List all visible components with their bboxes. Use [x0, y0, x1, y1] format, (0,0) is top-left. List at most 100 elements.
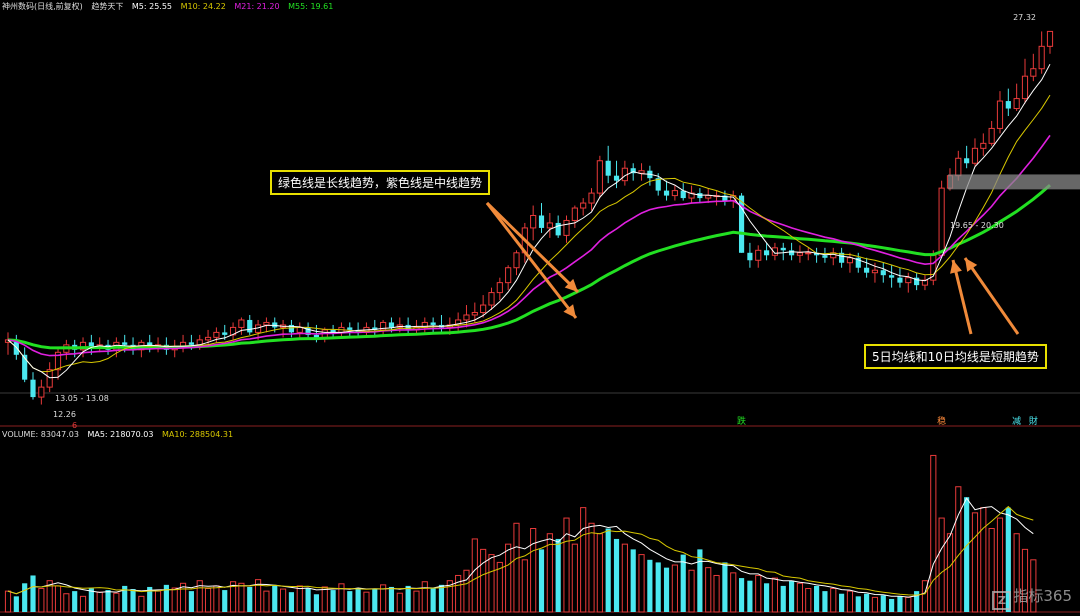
volume-bar	[263, 590, 270, 613]
volume-bar	[72, 591, 78, 612]
candle-body	[605, 160, 611, 176]
candle-body	[496, 282, 503, 294]
volume-bar	[880, 595, 886, 612]
candle-body	[471, 312, 478, 316]
volume-bar	[964, 497, 970, 612]
arrow-to-ma10	[963, 257, 1020, 335]
volume-bar	[372, 589, 378, 612]
volume-bar	[955, 486, 962, 613]
volume-bar	[347, 591, 353, 612]
ma5-line	[7, 63, 1051, 379]
candle-body	[780, 247, 786, 251]
candle-body	[1046, 30, 1054, 47]
volume-bar	[321, 586, 328, 613]
candle-body	[463, 314, 470, 321]
volume-bar	[630, 549, 636, 612]
ma55-line	[7, 183, 1051, 350]
volume-bar	[54, 585, 62, 613]
candle-body	[613, 175, 620, 181]
ma5-label: M5: 25.55	[131, 2, 173, 11]
candle-body	[538, 215, 545, 228]
volume-bar	[188, 591, 194, 612]
volume-bar	[63, 593, 70, 613]
volume-ma5-label: MA5: 218070.03	[87, 430, 154, 439]
candle-body	[571, 207, 578, 221]
volume-bar	[30, 575, 36, 612]
volume-bar	[780, 585, 786, 612]
volume-bar	[613, 538, 620, 612]
stock-name: 神州数码(日线,前复权)	[2, 2, 83, 11]
volume-bar	[971, 512, 979, 613]
volume-bar	[113, 592, 120, 613]
volume-bar	[88, 588, 94, 612]
indicator-name: 趋势天下	[91, 2, 124, 11]
volume-bar	[313, 594, 320, 612]
candle-body	[238, 319, 245, 328]
volume-label: VOLUME: 83047.03	[2, 430, 79, 439]
right-range-label: 19.65 - 20.30	[950, 221, 1004, 230]
candle-body	[988, 127, 995, 144]
candle-body	[1021, 75, 1029, 100]
candle-body	[1030, 68, 1037, 77]
volume-bar	[871, 596, 879, 613]
volume-bar	[163, 584, 169, 612]
candle-body	[1013, 98, 1020, 110]
watermark-text: 指标365	[1013, 587, 1072, 605]
volume-bar	[730, 572, 737, 613]
high-price-label: 27.32	[1013, 13, 1036, 22]
volume-bar	[521, 559, 528, 613]
volume-bar	[697, 549, 703, 612]
candle-body	[796, 252, 804, 256]
candle-body	[513, 252, 520, 269]
candle-body	[763, 250, 770, 256]
volume-bar	[671, 564, 678, 613]
volume-bar	[830, 588, 837, 613]
ma21-label: M21: 21.20	[234, 2, 280, 11]
volume-bar	[864, 593, 870, 612]
volume-bar	[588, 522, 595, 613]
volume-bar	[288, 592, 295, 612]
candle-body	[488, 292, 495, 306]
candle-body	[938, 187, 945, 256]
volume-bar	[130, 589, 136, 612]
volume-bar	[138, 595, 145, 613]
candle-body	[580, 202, 587, 209]
volume-bar	[480, 548, 487, 613]
volume-ma5-line	[7, 497, 1034, 598]
volume-bar	[914, 591, 920, 612]
volume-bar	[272, 584, 278, 612]
volume-bar	[563, 517, 570, 613]
watermark-logo-icon: Z	[992, 591, 1012, 610]
volume-bar	[980, 507, 987, 613]
candle-body	[846, 257, 854, 264]
signal-label: 財	[1029, 415, 1038, 427]
candle-body	[663, 190, 670, 196]
volume-bar	[846, 590, 854, 613]
volume-bar	[755, 574, 762, 613]
volume-bar	[471, 538, 478, 613]
candle-body	[596, 160, 603, 194]
volume-bar	[905, 596, 912, 613]
volume-ma10-line	[7, 505, 1034, 596]
candle-body	[996, 100, 1004, 129]
volume-ma10-label: MA10: 288504.31	[161, 430, 234, 439]
ma55-label: M55: 19.61	[288, 2, 334, 11]
signal-label: 跌	[737, 416, 746, 427]
volume-bar	[655, 562, 661, 612]
watermark: Z 指标365	[992, 585, 1072, 610]
volume-bar	[889, 598, 895, 612]
low-price-label: 12.26	[53, 410, 76, 419]
volume-bar	[555, 538, 561, 612]
candle-body	[213, 331, 220, 338]
volume-bar	[897, 596, 903, 612]
volume-bar	[571, 543, 578, 613]
volume-bar	[946, 533, 954, 613]
price-header: 神州数码(日线,前复权) 趋势天下 M5: 25.55 M10: 24.22 M…	[2, 0, 339, 13]
volume-bar	[596, 533, 603, 613]
candle-body	[588, 192, 595, 204]
volume-bar	[680, 554, 686, 612]
candle-body	[805, 252, 812, 255]
volume-bar	[705, 567, 712, 613]
candle-body	[563, 219, 570, 236]
candle-body	[347, 327, 353, 330]
